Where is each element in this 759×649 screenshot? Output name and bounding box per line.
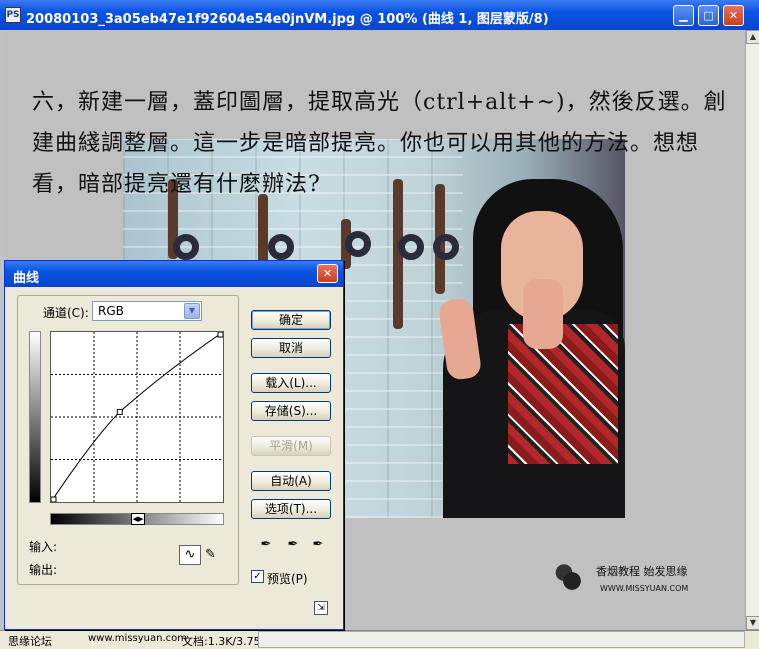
watermark: 香烟教程 始发思缘 WWW.MISSYUAN.COM [552,560,712,604]
photoshop-doc-icon: PS [5,7,21,23]
wall-hook-ring [433,234,459,260]
girl-hand [523,279,563,349]
minimize-button[interactable]: ▁ [673,5,694,26]
scroll-down-arrow[interactable]: ▼ [746,616,759,630]
tutorial-caption: 六，新建一層，蓋印圖層，提取高光（ctrl+alt+~)，然後反選。創建曲綫調整… [32,90,727,197]
dialog-close-button[interactable]: ✕ [317,264,338,283]
restore-button[interactable]: □ [698,5,719,26]
watermark-line2: WWW.MISSYUAN.COM [600,584,689,593]
white-eyedropper-icon[interactable]: ✒ [310,537,326,553]
options-button[interactable]: 选项(T)... [251,499,331,519]
photoshop-document-window: PS 20080103_3a05eb47e1f92604e54e0jnVM.jp… [0,0,759,649]
curve-graph[interactable] [50,331,224,503]
status-left-text: 思缘论坛 [8,635,52,648]
curves-dialog-titlebar[interactable]: 曲线 ✕ [5,261,343,287]
wall-hook-ring [345,231,371,257]
vertical-scrollbar[interactable]: ▲ ▼ [745,30,759,630]
preview-checkbox[interactable]: ✓ [251,570,264,583]
close-button[interactable]: ✕ [723,5,744,26]
curves-dialog-title: 曲线 [13,271,40,286]
curve-control-point[interactable] [116,408,123,415]
chevron-down-icon[interactable]: ▼ [184,303,200,319]
scroll-up-arrow[interactable]: ▲ [746,30,759,44]
gradient-toggle-icon[interactable]: ◀▶ [131,513,145,525]
curve-tool-icon[interactable]: ∿ [179,545,201,565]
curve-control-point[interactable] [217,331,224,338]
window-title: 20080103_3a05eb47e1f92604e54e0jnVM.jpg @… [26,12,549,27]
input-label: 输入: [29,540,58,554]
smooth-button[interactable]: 平滑(M) [251,436,331,456]
wall-hook-ring [398,234,424,260]
auto-button[interactable]: 自动(A) [251,471,331,491]
horizontal-scrollbar[interactable] [258,631,745,648]
cancel-button[interactable]: 取消 [251,338,331,358]
window-titlebar[interactable]: PS 20080103_3a05eb47e1f92604e54e0jnVM.jp… [0,0,759,30]
wall-hook-ring [268,234,294,260]
plaid-scarf [508,324,618,464]
flower-logo-icon [552,560,592,602]
curve-svg[interactable] [50,331,224,503]
curves-dialog: 曲线 ✕ 通道(C): RGB ▼ ◀▶ 输入: 输出: ∿ ✎ 确定 取消 载… [4,260,344,630]
curve-control-point[interactable] [50,496,57,503]
status-url: www.missyuan.com [88,633,187,644]
watermark-line1: 香烟教程 始发思缘 [596,565,688,578]
input-gradient-bar[interactable]: ◀▶ [50,513,224,525]
expand-icon[interactable]: ⇲ [314,601,328,615]
document-size: 文档:1.3K/3.75M [182,635,271,648]
output-label: 输出: [29,563,58,577]
channel-label: 通道(C): [43,306,89,320]
channel-value: RGB [98,304,124,318]
pencil-icon[interactable]: ✎ [205,547,221,563]
ok-button[interactable]: 确定 [251,310,331,330]
output-gradient-bar [29,331,41,503]
channel-select[interactable]: RGB ▼ [92,301,202,321]
preview-label: 预览(P) [267,572,308,586]
save-button[interactable]: 存储(S)... [251,401,331,421]
wall-hook-ring [173,234,199,260]
black-eyedropper-icon[interactable]: ✒ [258,537,274,553]
gray-eyedropper-icon[interactable]: ✒ [285,537,301,553]
load-button[interactable]: 载入(L)... [251,373,331,393]
